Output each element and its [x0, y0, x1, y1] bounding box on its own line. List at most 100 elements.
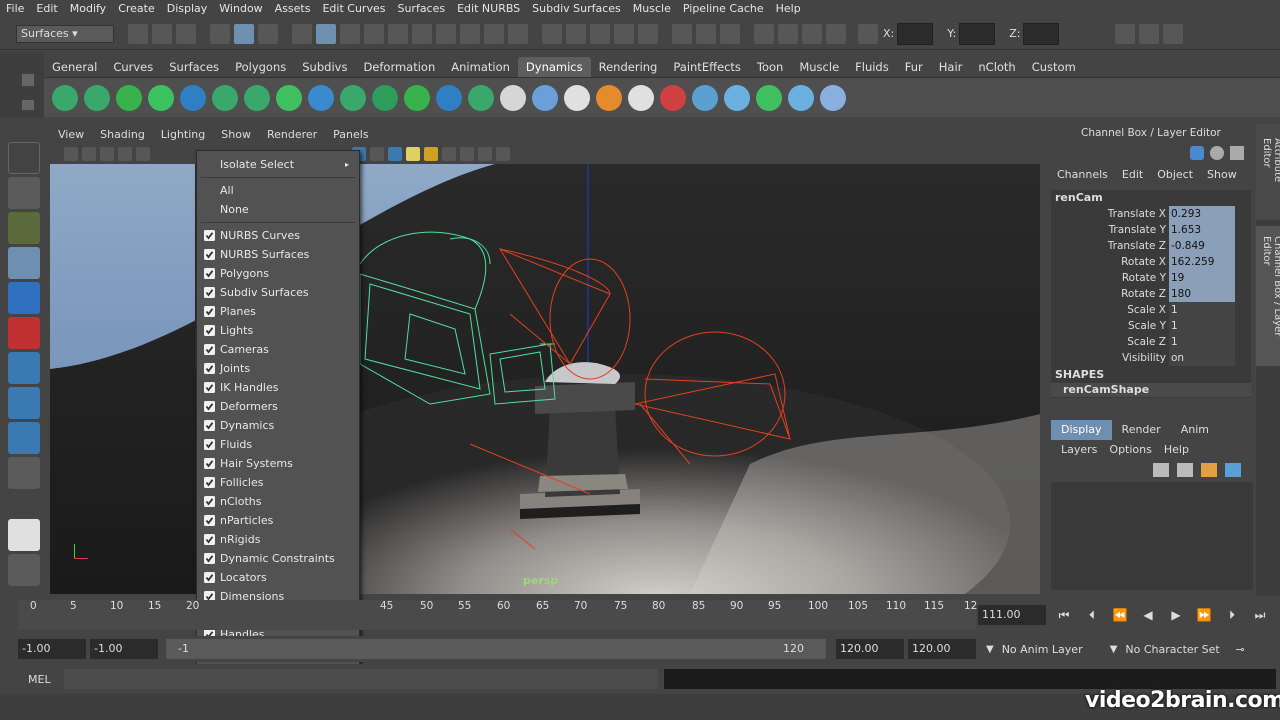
end-time-field[interactable]: 120.00 — [908, 639, 976, 659]
show-item-nrigids[interactable]: nRigids — [197, 530, 359, 549]
step-forward-icon[interactable]: ⏵ — [1220, 605, 1244, 625]
show-none-item[interactable]: None — [197, 200, 359, 219]
menu-muscle[interactable]: Muscle — [627, 0, 677, 18]
attr-row-rotate-y[interactable]: Rotate Y 19 — [1051, 270, 1251, 286]
show-manip-icon[interactable] — [8, 422, 40, 454]
attr-row-translate-y[interactable]: Translate Y 1.653 — [1051, 222, 1251, 238]
gravity-field-icon[interactable] — [212, 84, 238, 111]
show-item-joints[interactable]: Joints — [197, 359, 359, 378]
newton-field-icon[interactable] — [244, 84, 270, 111]
isolate-select-item[interactable]: Isolate Select ▸ — [197, 155, 359, 174]
camera-attr-icon[interactable] — [82, 147, 96, 161]
grid-toggle-icon[interactable] — [136, 147, 150, 161]
shelf-tab-curves[interactable]: Curves — [105, 57, 161, 77]
current-time-field[interactable]: 111.00 — [978, 605, 1046, 625]
manip-toggle-icon[interactable] — [1210, 146, 1224, 160]
new-scene-icon[interactable] — [128, 23, 148, 44]
shelf-tab-deformation[interactable]: Deformation — [355, 57, 443, 77]
select-tool-icon[interactable] — [8, 142, 40, 174]
lights-icon[interactable] — [406, 147, 420, 161]
menu-modify[interactable]: Modify — [64, 0, 112, 18]
render-view-icon[interactable] — [754, 23, 774, 44]
select-hierarchy-icon[interactable] — [210, 23, 230, 44]
smoke-effect-icon[interactable] — [628, 84, 654, 111]
layer-up-icon[interactable] — [1201, 463, 1217, 477]
step-back-key-icon[interactable]: ⏪ — [1108, 605, 1132, 625]
delete-surface-flow-icon[interactable] — [820, 84, 846, 111]
shelf-tab-ncloth[interactable]: nCloth — [970, 57, 1023, 77]
attr-row-translate-x[interactable]: Translate X 0.293 — [1051, 206, 1251, 222]
play-back-icon[interactable]: ◀ — [1136, 605, 1160, 625]
show-item-deformers[interactable]: Deformers — [197, 397, 359, 416]
viewport-menu-lighting[interactable]: Lighting — [153, 125, 213, 144]
curve-emitter-icon[interactable] — [148, 84, 174, 111]
play-forward-icon[interactable]: ▶ — [1164, 605, 1188, 625]
transform-field-icon[interactable] — [858, 23, 878, 44]
uniform-field-icon[interactable] — [340, 84, 366, 111]
input-ops-icon[interactable] — [672, 23, 692, 44]
layer-down-icon[interactable] — [1225, 463, 1241, 477]
show-item-ik-handles[interactable]: IK Handles — [197, 378, 359, 397]
layer-tab-display[interactable]: Display — [1051, 420, 1112, 440]
channel-menu-show[interactable]: Show — [1200, 164, 1244, 186]
select-object-icon[interactable] — [234, 23, 254, 44]
attr-value[interactable]: 19 — [1169, 270, 1235, 286]
single-pane-layout-icon[interactable] — [8, 519, 40, 551]
shelf-tab-polygons[interactable]: Polygons — [227, 57, 294, 77]
range-bar[interactable]: -1 120 — [166, 639, 826, 659]
attr-value[interactable]: 1.653 — [1169, 222, 1235, 238]
show-item-lights[interactable]: Lights — [197, 321, 359, 340]
shadows-icon[interactable] — [424, 147, 438, 161]
attr-row-visibility[interactable]: Visibility on — [1051, 350, 1251, 366]
step-forward-key-icon[interactable]: ⏩ — [1192, 605, 1216, 625]
menu-pipeline-cache[interactable]: Pipeline Cache — [677, 0, 770, 18]
show-item-follicles[interactable]: Follicles — [197, 473, 359, 492]
menu-help[interactable]: Help — [770, 0, 807, 18]
viewport-menu-view[interactable]: View — [50, 125, 92, 144]
menu-edit-nurbs[interactable]: Edit NURBS — [451, 0, 526, 18]
menu-edit-curves[interactable]: Edit Curves — [316, 0, 391, 18]
channel-box-toggle-icon[interactable] — [1163, 23, 1184, 44]
attr-row-scale-x[interactable]: Scale X1 — [1051, 302, 1251, 318]
y-input[interactable] — [959, 22, 996, 45]
soft-mod-icon[interactable] — [8, 387, 40, 419]
omni-emitter-icon[interactable] — [116, 84, 142, 111]
shelf-tab-surfaces[interactable]: Surfaces — [161, 57, 227, 77]
turbulence-field-icon[interactable] — [308, 84, 334, 111]
layer-menu-layers[interactable]: Layers — [1055, 440, 1103, 460]
menu-surfaces[interactable]: Surfaces — [391, 0, 451, 18]
channel-menu-edit[interactable]: Edit — [1115, 164, 1150, 186]
attr-value[interactable]: 1 — [1169, 302, 1235, 318]
shelf-tab-muscle[interactable]: Muscle — [791, 57, 847, 77]
scale-tool-icon[interactable] — [8, 317, 40, 349]
menu-assets[interactable]: Assets — [269, 0, 317, 18]
menu-create[interactable]: Create — [112, 0, 161, 18]
help-icon[interactable] — [460, 23, 480, 44]
snap-view-plane-icon[interactable] — [388, 23, 408, 44]
attr-value[interactable]: 180 — [1169, 286, 1235, 302]
ipr-render-icon[interactable] — [802, 23, 822, 44]
attr-row-scale-y[interactable]: Scale Y1 — [1051, 318, 1251, 334]
attr-value[interactable]: 162.259 — [1169, 254, 1235, 270]
rigid-body-icon[interactable] — [436, 84, 462, 111]
layer-tab-anim[interactable]: Anim — [1171, 420, 1219, 440]
attr-row-rotate-z[interactable]: Rotate Z 180 — [1051, 286, 1251, 302]
command-input[interactable] — [64, 669, 658, 689]
soft-body-icon[interactable] — [532, 84, 558, 111]
open-scene-icon[interactable] — [152, 23, 172, 44]
lasso-tool-icon[interactable] — [8, 177, 40, 209]
passive-rigid-icon[interactable] — [468, 84, 494, 111]
anim-layer-dropdown-icon[interactable]: ▼ — [986, 644, 994, 655]
constraint-pin-icon[interactable] — [500, 84, 526, 111]
show-item-dynamics[interactable]: Dynamics — [197, 416, 359, 435]
particle-tool-icon[interactable] — [52, 84, 78, 111]
attr-value[interactable]: on — [1169, 350, 1235, 366]
attribute-editor-toggle-icon[interactable] — [1115, 23, 1136, 44]
show-item-locators[interactable]: Locators — [197, 568, 359, 587]
magnet-face-icon[interactable] — [590, 23, 610, 44]
show-item-nurbs-surfaces[interactable]: NURBS Surfaces — [197, 245, 359, 264]
output-ops-icon[interactable] — [696, 23, 716, 44]
show-item-hair-systems[interactable]: Hair Systems — [197, 454, 359, 473]
paint-select-tool-icon[interactable] — [8, 212, 40, 244]
layer-menu-help[interactable]: Help — [1158, 440, 1195, 460]
